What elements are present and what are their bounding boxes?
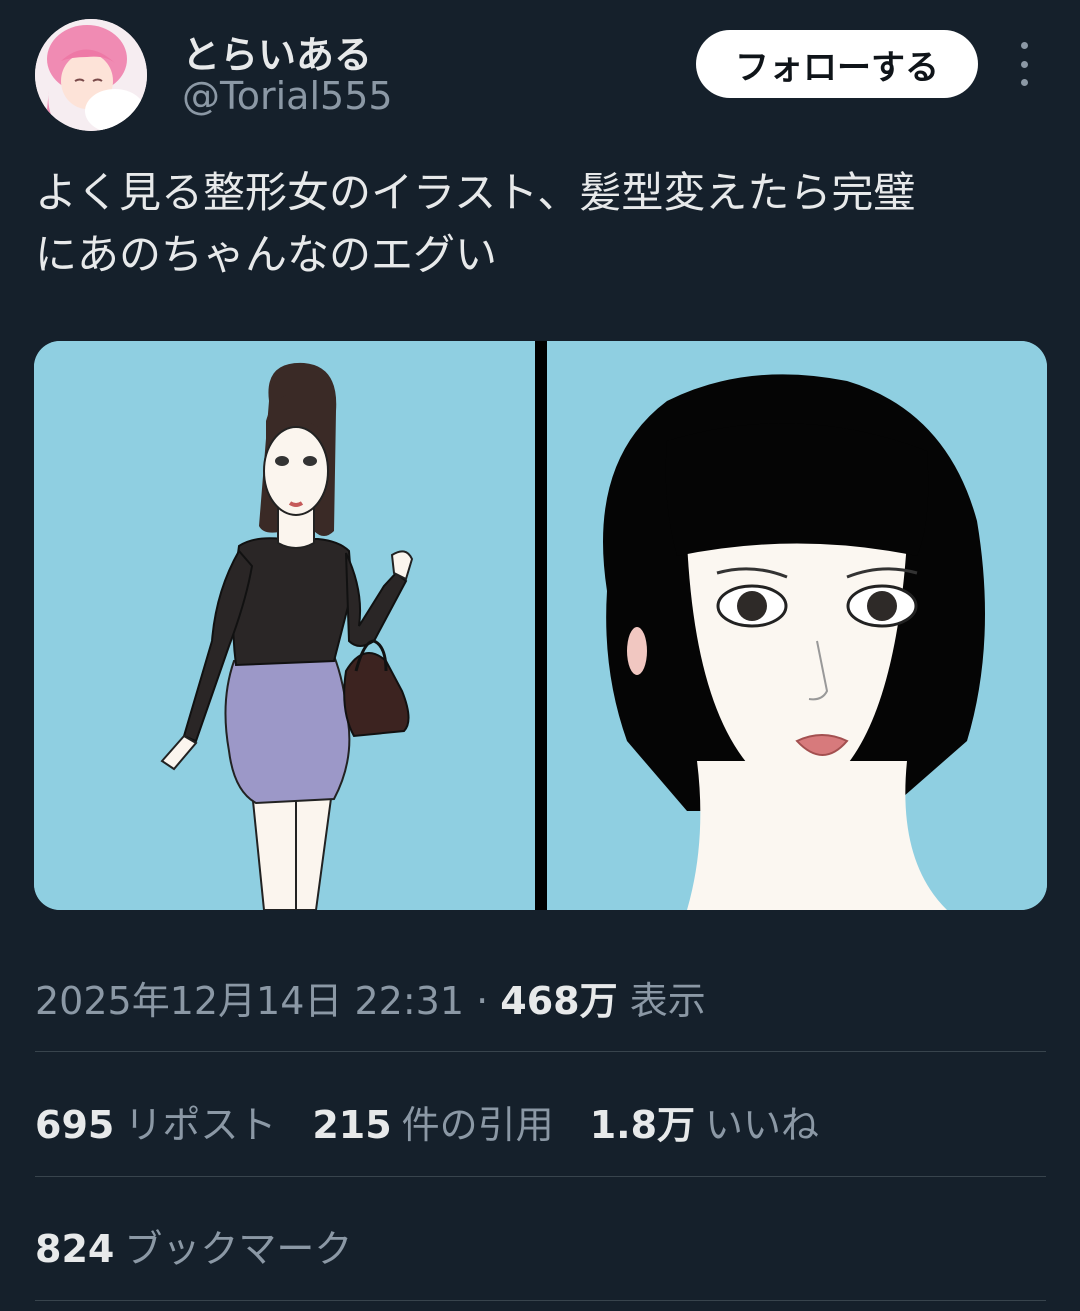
anime-avatar-icon[interactable]: [35, 19, 147, 131]
meta-separator: ·: [476, 979, 489, 1023]
reposts-stat[interactable]: 695 リポスト: [35, 1094, 276, 1149]
media-grid: [34, 341, 1047, 910]
likes-label: いいね: [705, 1103, 820, 1147]
likes-count: 1.8万: [589, 1103, 696, 1147]
divider: [35, 1051, 1046, 1052]
display-name[interactable]: とらいある: [182, 24, 372, 79]
tweet-header: とらいある @Torial555 フォローする: [0, 0, 1080, 140]
tweet-text-line: にあのちゃんなのエグい: [35, 230, 498, 279]
user-handle[interactable]: @Torial555: [182, 74, 393, 118]
illustration-face-bob-hair: [546, 341, 1047, 910]
media-image-1[interactable]: [34, 341, 535, 910]
illustration-full-body-woman: [34, 341, 535, 910]
media-image-2[interactable]: [546, 341, 1047, 910]
quotes-stat[interactable]: 215 件の引用: [312, 1094, 553, 1149]
likes-stat[interactable]: 1.8万 いいね: [590, 1094, 819, 1149]
reposts-count: 695: [35, 1103, 115, 1147]
more-options-icon[interactable]: [1004, 42, 1044, 86]
views-label: 表示: [629, 979, 706, 1023]
bookmarks-count: 824: [35, 1227, 115, 1271]
bookmarks-label: ブックマーク: [124, 1227, 353, 1271]
divider: [35, 1176, 1046, 1177]
divider: [35, 1300, 1046, 1301]
quotes-label: 件の引用: [401, 1103, 554, 1147]
dot-icon: [1020, 60, 1028, 68]
views-count: 468万: [500, 979, 618, 1023]
reposts-label: リポスト: [124, 1103, 277, 1147]
quotes-count: 215: [312, 1103, 392, 1147]
tweet-text: よく見る整形女のイラスト、髪型変えたら完璧 にあのちゃんなのエグい: [35, 162, 1050, 286]
dot-icon: [1020, 79, 1028, 86]
follow-button[interactable]: フォローする: [696, 30, 978, 98]
tweet-meta: 2025年12月14日 22:31 · 468万 表示: [35, 970, 706, 1025]
timestamp[interactable]: 2025年12月14日 22:31: [35, 979, 464, 1023]
dot-icon: [1020, 42, 1028, 49]
tweet-text-line: よく見る整形女のイラスト、髪型変えたら完璧: [35, 168, 916, 217]
engagement-stats: 695 リポスト 215 件の引用 1.8万 いいね: [35, 1094, 819, 1149]
bookmarks-stat[interactable]: 824 ブックマーク: [35, 1218, 352, 1273]
